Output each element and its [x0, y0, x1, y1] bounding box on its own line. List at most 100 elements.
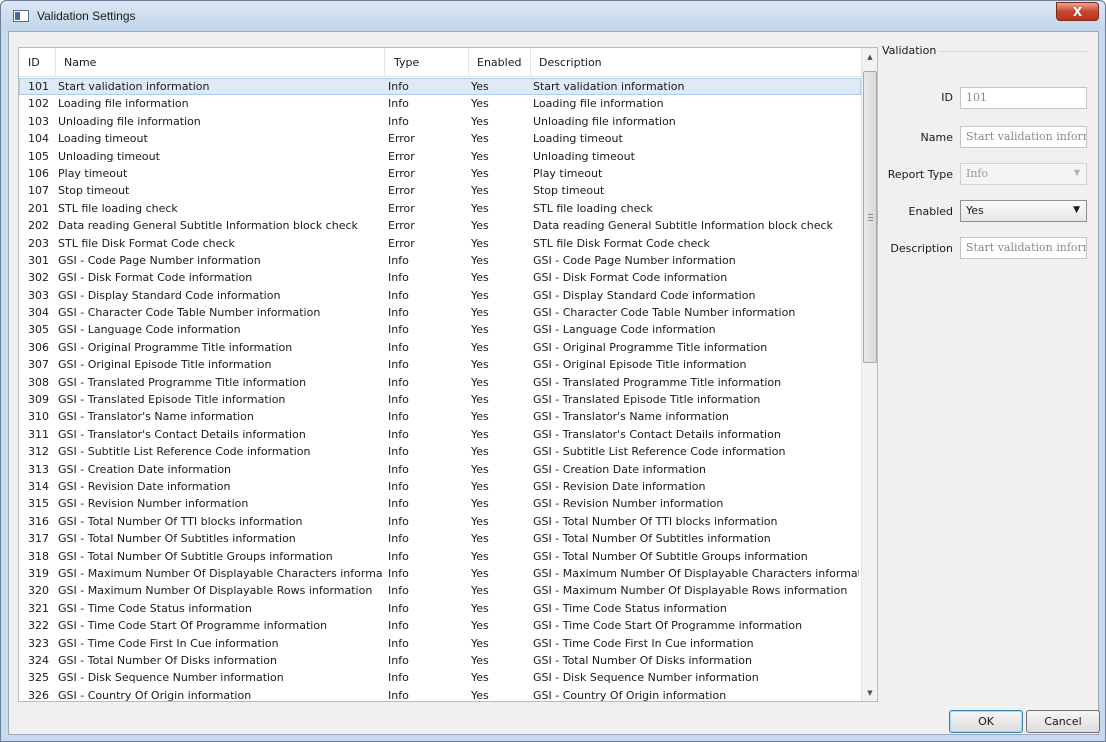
- cell-name: GSI - Maximum Number Of Displayable Rows…: [58, 584, 373, 598]
- cell-type: Info: [388, 114, 409, 128]
- table-row[interactable]: 321 GSI - Time Code Status information Inf…: [19, 600, 861, 617]
- table-row[interactable]: 303 GSI - Display Standard Code informati…: [19, 287, 861, 304]
- scrollbar-thumb[interactable]: [863, 71, 877, 363]
- table-row[interactable]: 305 GSI - Language Code information Info Ye…: [19, 321, 861, 338]
- cell-enabled: Yes: [471, 149, 489, 163]
- cell-description: GSI - Time Code Start Of Programme infor…: [533, 619, 803, 633]
- column-divider[interactable]: [468, 48, 469, 77]
- table-row[interactable]: 316 GSI - Total Number Of TTI blocks info…: [19, 513, 861, 530]
- table-row[interactable]: 202 Data reading General Subtitle Informa…: [19, 217, 861, 234]
- table-row[interactable]: 106 Play timeout Error Yes Play timeout: [19, 165, 861, 182]
- cell-description: GSI - Maximum Number Of Displayable Char…: [533, 566, 859, 580]
- table-row[interactable]: 319 GSI - Maximum Number Of Displayable C…: [19, 565, 861, 582]
- id-field[interactable]: 101: [960, 87, 1087, 109]
- cell-id: 326: [28, 688, 49, 702]
- column-header-enabled[interactable]: Enabled: [477, 56, 521, 69]
- table-row[interactable]: 325 GSI - Disk Sequence Number informatio…: [19, 669, 861, 686]
- scroll-down-icon[interactable]: ▼: [862, 684, 877, 701]
- table-row[interactable]: 314 GSI - Revision Date information Info Ye…: [19, 478, 861, 495]
- name-field[interactable]: Start validation informat: [960, 126, 1087, 148]
- cell-description: Loading timeout: [533, 132, 623, 146]
- cell-description: GSI - Total Number Of TTI blocks informa…: [533, 514, 778, 528]
- table-row[interactable]: 203 STL file Disk Format Code check Error Y…: [19, 235, 861, 252]
- cell-id: 319: [28, 566, 49, 580]
- cancel-button[interactable]: Cancel: [1026, 710, 1100, 733]
- cell-description: GSI - Maximum Number Of Displayable Rows…: [533, 584, 848, 598]
- cell-id: 303: [28, 288, 49, 302]
- table-row[interactable]: 307 GSI - Original Episode Title informat…: [19, 356, 861, 373]
- table-row[interactable]: 302 GSI - Disk Format Code information Inf…: [19, 269, 861, 286]
- table-row[interactable]: 324 GSI - Total Number Of Disks informati…: [19, 652, 861, 669]
- table-row[interactable]: 313 GSI - Creation Date information Info Ye…: [19, 461, 861, 478]
- cell-name: GSI - Language Code information: [58, 323, 241, 337]
- scroll-up-icon[interactable]: ▲: [862, 48, 877, 65]
- column-header-description[interactable]: Description: [539, 56, 602, 69]
- cell-id: 316: [28, 514, 49, 528]
- cell-name: GSI - Original Episode Title information: [58, 358, 272, 372]
- table-row[interactable]: 309 GSI - Translated Episode Title inform…: [19, 391, 861, 408]
- table-row[interactable]: 320 GSI - Maximum Number Of Displayable R…: [19, 582, 861, 599]
- enabled-select[interactable]: Yes ▼: [960, 200, 1087, 222]
- id-label: ID: [941, 91, 953, 104]
- cell-type: Info: [388, 306, 409, 320]
- cell-id: 307: [28, 358, 49, 372]
- table-row[interactable]: 304 GSI - Character Code Table Number inf…: [19, 304, 861, 321]
- table-row[interactable]: 306 GSI - Original Programme Title inform…: [19, 339, 861, 356]
- cell-type: Info: [388, 462, 409, 476]
- table-row[interactable]: 301 GSI - Code Page Number information Inf…: [19, 252, 861, 269]
- cell-type: Info: [388, 688, 409, 702]
- cell-description: Unloading file information: [533, 114, 676, 128]
- cell-name: GSI - Display Standard Code information: [58, 288, 281, 302]
- table-row[interactable]: 201 STL file loading check Error Yes STL fil…: [19, 200, 861, 217]
- cell-id: 302: [28, 271, 49, 285]
- cell-type: Info: [388, 479, 409, 493]
- table-row[interactable]: 105 Unloading timeout Error Yes Unloading ti…: [19, 148, 861, 165]
- table-row[interactable]: 103 Unloading file information Info Yes Unlo…: [19, 113, 861, 130]
- cell-name: GSI - Original Programme Title informati…: [58, 340, 293, 354]
- table-row[interactable]: 315 GSI - Revision Number information Info…: [19, 495, 861, 512]
- cell-description: GSI - Disk Sequence Number information: [533, 671, 759, 685]
- vertical-scrollbar[interactable]: ▲ ▼: [861, 48, 877, 701]
- table-row[interactable]: 312 GSI - Subtitle List Reference Code in…: [19, 443, 861, 460]
- group-box-line: [935, 51, 1087, 52]
- column-divider[interactable]: [55, 48, 56, 77]
- cell-enabled: Yes: [471, 393, 489, 407]
- table-row[interactable]: 310 GSI - Translator's Name information In…: [19, 408, 861, 425]
- report-type-value: Info: [966, 167, 989, 180]
- validation-rules-table: ID Name Type Enabled Description 101 Star…: [18, 47, 878, 702]
- column-divider[interactable]: [530, 48, 531, 77]
- column-header-name[interactable]: Name: [64, 56, 96, 69]
- cell-name: GSI - Country Of Origin information: [58, 688, 252, 702]
- table-row[interactable]: 318 GSI - Total Number Of Subtitle Groups…: [19, 548, 861, 565]
- table-row[interactable]: 311 GSI - Translator's Contact Details in…: [19, 426, 861, 443]
- ok-button[interactable]: OK: [949, 710, 1023, 733]
- column-header-id[interactable]: ID: [28, 56, 40, 69]
- cell-name: GSI - Disk Format Code information: [58, 271, 253, 285]
- cell-id: 317: [28, 532, 49, 546]
- table-row[interactable]: 102 Loading file information Info Yes Loadin…: [19, 95, 861, 112]
- cell-type: Info: [388, 671, 409, 685]
- column-header-type[interactable]: Type: [394, 56, 419, 69]
- cell-id: 324: [28, 653, 49, 667]
- table-row[interactable]: 104 Loading timeout Error Yes Loading timeou…: [19, 130, 861, 147]
- table-row[interactable]: 323 GSI - Time Code First In Cue informat…: [19, 635, 861, 652]
- table-row[interactable]: 326 GSI - Country Of Origin information In…: [19, 687, 861, 702]
- cell-id: 103: [28, 114, 49, 128]
- description-field[interactable]: Start validation informat: [960, 237, 1087, 259]
- cell-type: Error: [388, 201, 415, 215]
- table-row[interactable]: 317 GSI - Total Number Of Subtitles infor…: [19, 530, 861, 547]
- cell-name: GSI - Maximum Number Of Displayable Char…: [58, 566, 383, 580]
- cell-enabled: Yes: [471, 236, 489, 250]
- cell-id: 312: [28, 445, 49, 459]
- close-button[interactable]: X: [1056, 2, 1099, 21]
- cell-type: Info: [388, 549, 409, 563]
- cell-name: GSI - Total Number Of Subtitles informat…: [58, 532, 296, 546]
- table-row[interactable]: 308 GSI - Translated Programme Title info…: [19, 374, 861, 391]
- grip-icon: [868, 214, 873, 221]
- table-row[interactable]: 107 Stop timeout Error Yes Stop timeout: [19, 182, 861, 199]
- cell-name: GSI - Subtitle List Reference Code infor…: [58, 445, 311, 459]
- table-row[interactable]: 322 GSI - Time Code Start Of Programme in…: [19, 617, 861, 634]
- cell-type: Info: [388, 497, 409, 511]
- column-divider[interactable]: [384, 48, 385, 77]
- table-row[interactable]: 101 Start validation information Info Yes St…: [19, 78, 861, 96]
